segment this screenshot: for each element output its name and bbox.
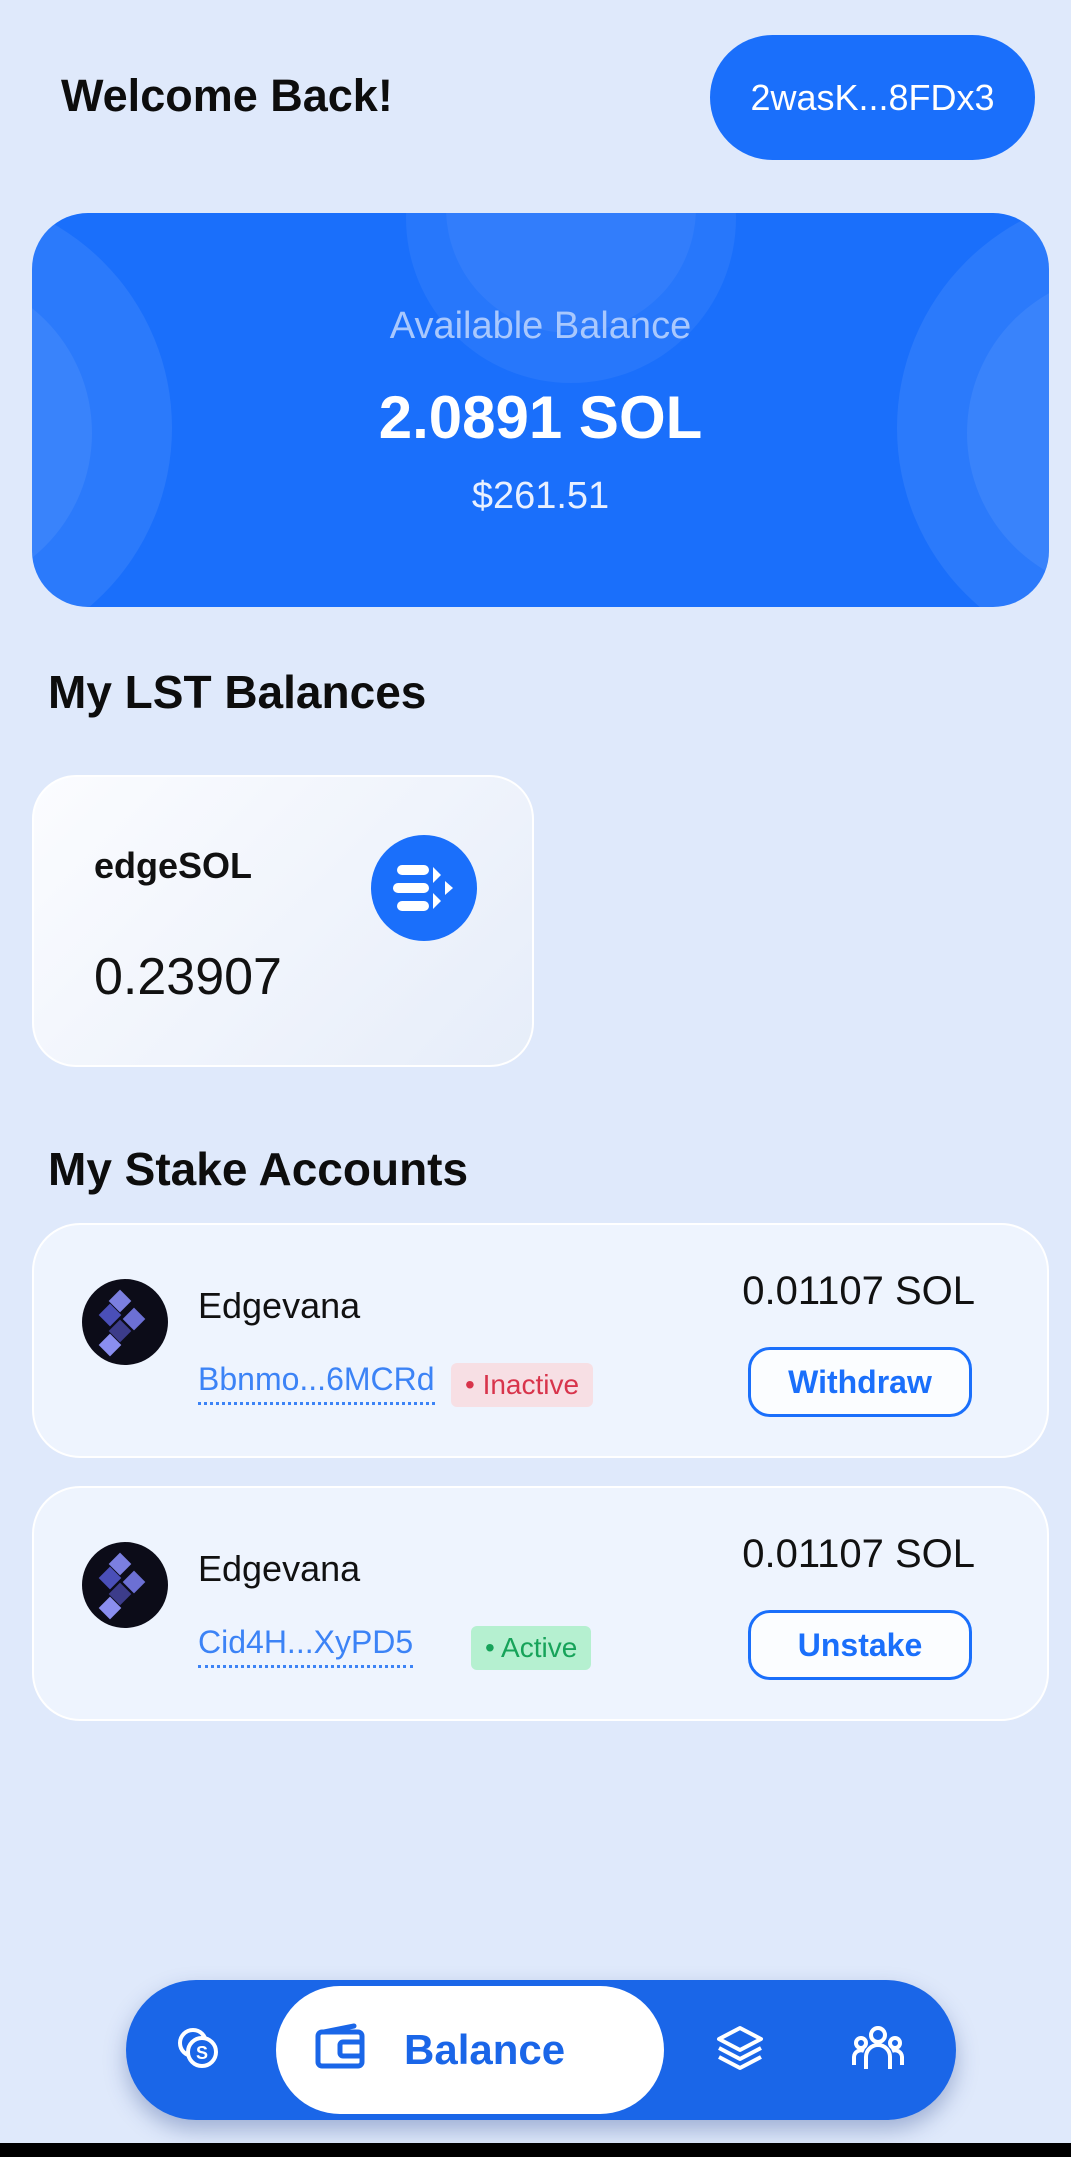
stake-account-card: Edgevana Bbnmo...6MCRd • Inactive 0.0110… bbox=[32, 1223, 1049, 1458]
nav-stake-button[interactable]: S bbox=[156, 2008, 240, 2092]
svg-text:S: S bbox=[196, 2043, 208, 2063]
nav-layers-button[interactable] bbox=[698, 2008, 782, 2092]
lst-section-title: My LST Balances bbox=[48, 666, 427, 718]
unstake-button[interactable]: Unstake bbox=[748, 1610, 972, 1680]
layers-icon bbox=[715, 2023, 765, 2078]
stake-amount: 0.01107 SOL bbox=[742, 1269, 975, 1313]
wallet-address-button[interactable]: 2wasK...8FDx3 bbox=[710, 35, 1035, 160]
lst-card[interactable]: edgeSOL 0.23907 bbox=[32, 775, 534, 1067]
status-badge: • Inactive bbox=[451, 1363, 594, 1407]
welcome-title: Welcome Back! bbox=[61, 70, 393, 121]
nav-balance-button[interactable]: Balance bbox=[276, 1986, 664, 2114]
community-icon bbox=[851, 2023, 905, 2078]
validator-name: Edgevana bbox=[198, 1548, 361, 1589]
stake-account-address-link[interactable]: Cid4H...XyPD5 bbox=[198, 1624, 414, 1668]
stake-amount: 0.01107 SOL bbox=[742, 1532, 975, 1576]
lst-token-amount: 0.23907 bbox=[94, 948, 282, 1006]
withdraw-button[interactable]: Withdraw bbox=[748, 1347, 972, 1417]
edgesol-logo-icon bbox=[371, 835, 477, 941]
stake-account-address-link[interactable]: Bbnmo...6MCRd bbox=[198, 1361, 435, 1405]
balance-sol-amount: 2.0891 SOL bbox=[378, 384, 703, 451]
nav-community-button[interactable] bbox=[836, 2008, 920, 2092]
edgevana-logo-icon bbox=[82, 1279, 168, 1365]
stake-coin-icon: S bbox=[173, 2023, 223, 2078]
nav-balance-label: Balance bbox=[404, 2026, 566, 2073]
system-bottom-bar bbox=[0, 2143, 1071, 2157]
balance-label: Available Balance bbox=[389, 305, 692, 347]
bottom-nav: S Balance bbox=[126, 1980, 956, 2120]
status-badge: • Active bbox=[471, 1626, 592, 1670]
lst-token-name: edgeSOL bbox=[94, 845, 253, 886]
header: Welcome Back! 2wasK...8FDx3 bbox=[0, 0, 1071, 190]
stake-account-card: Edgevana Cid4H...XyPD5 • Active 0.01107 … bbox=[32, 1486, 1049, 1721]
validator-name: Edgevana bbox=[198, 1285, 361, 1326]
edgevana-logo-icon bbox=[82, 1542, 168, 1628]
wallet-icon bbox=[310, 2016, 374, 2080]
balance-card: Available Balance 2.0891 SOL $261.51 bbox=[32, 213, 1049, 607]
balance-usd-amount: $261.51 bbox=[471, 475, 610, 517]
stake-section-title: My Stake Accounts bbox=[48, 1143, 469, 1195]
